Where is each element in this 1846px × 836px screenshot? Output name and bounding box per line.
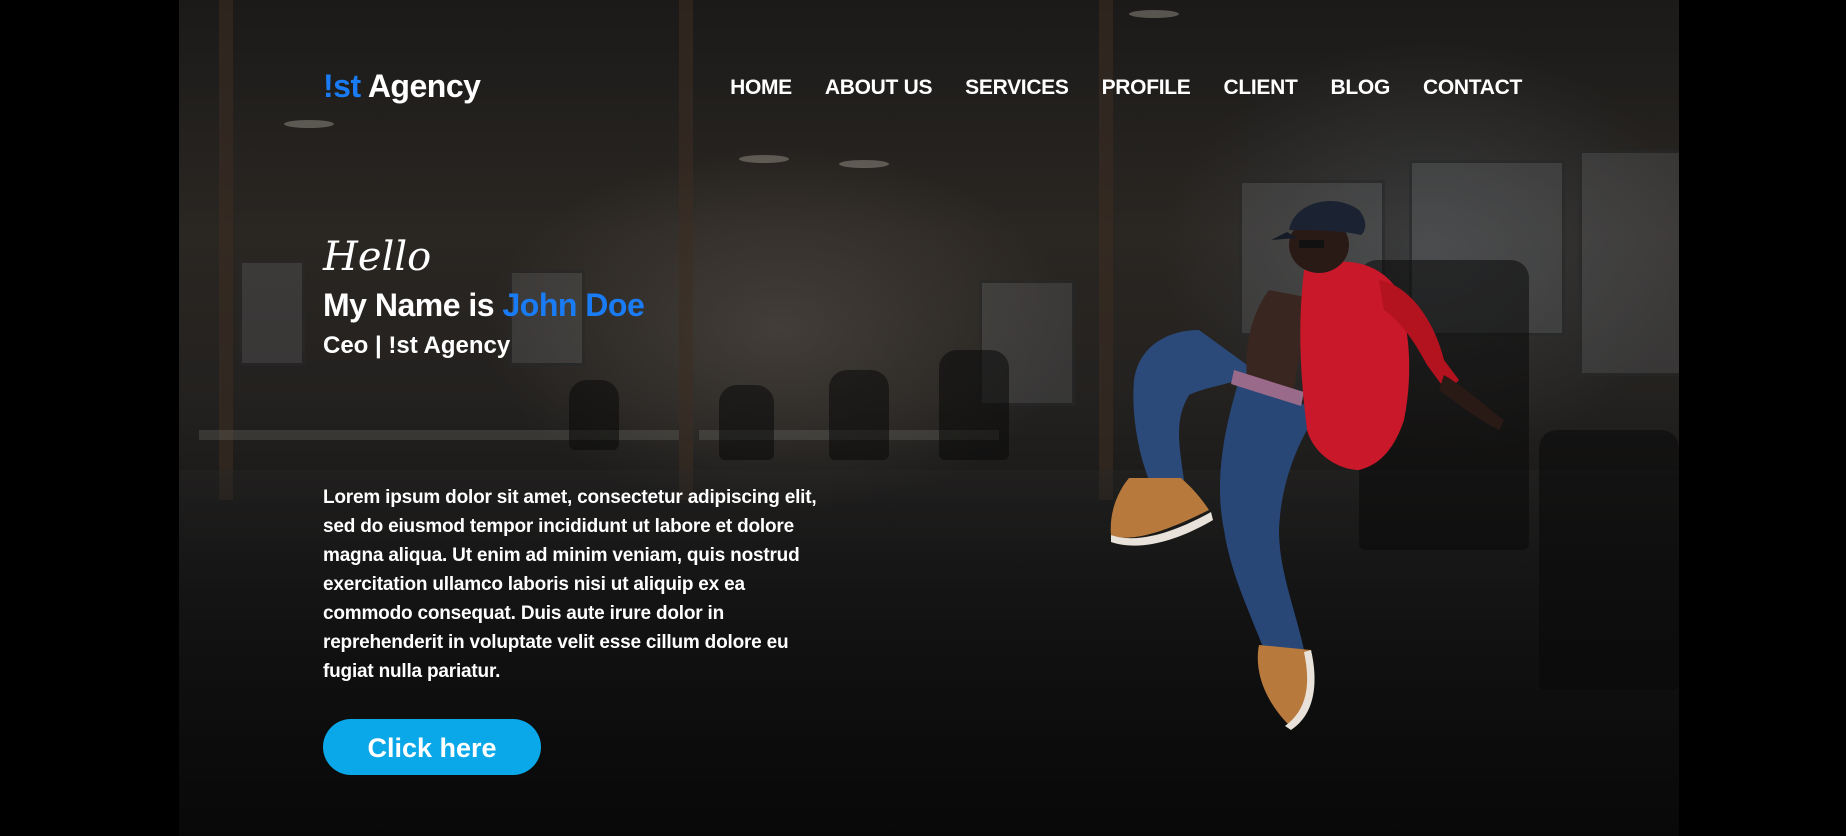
logo[interactable]: !st Agency <box>323 68 481 105</box>
nav-contact[interactable]: CONTACT <box>1423 76 1522 100</box>
hero-section: !st Agency HOME ABOUT US SERVICES PROFIL… <box>179 0 1679 836</box>
nav-profile[interactable]: PROFILE <box>1102 76 1191 100</box>
nav-about-us[interactable]: ABOUT US <box>825 76 933 100</box>
click-here-button[interactable]: Click here <box>323 719 541 775</box>
main-nav: HOME ABOUT US SERVICES PROFILE CLIENT BL… <box>730 76 1522 100</box>
hero-bio: Lorem ipsum dolor sit amet, consectetur … <box>323 487 817 682</box>
nav-client[interactable]: CLIENT <box>1224 76 1298 100</box>
logo-accent: !st <box>323 68 361 104</box>
nav-services[interactable]: SERVICES <box>965 76 1069 100</box>
hero-name-value: John Doe <box>502 287 645 323</box>
hero-name-prefix: My Name is <box>323 287 495 323</box>
hero-name: My Name is John Doe <box>323 287 645 324</box>
hero-greeting: Hello <box>323 234 432 280</box>
hero-role: Ceo | !st Agency <box>323 332 511 359</box>
nav-blog[interactable]: BLOG <box>1331 76 1391 100</box>
logo-text: Agency <box>367 68 481 104</box>
jumping-person-image <box>1110 200 1504 730</box>
nav-home[interactable]: HOME <box>730 76 792 100</box>
